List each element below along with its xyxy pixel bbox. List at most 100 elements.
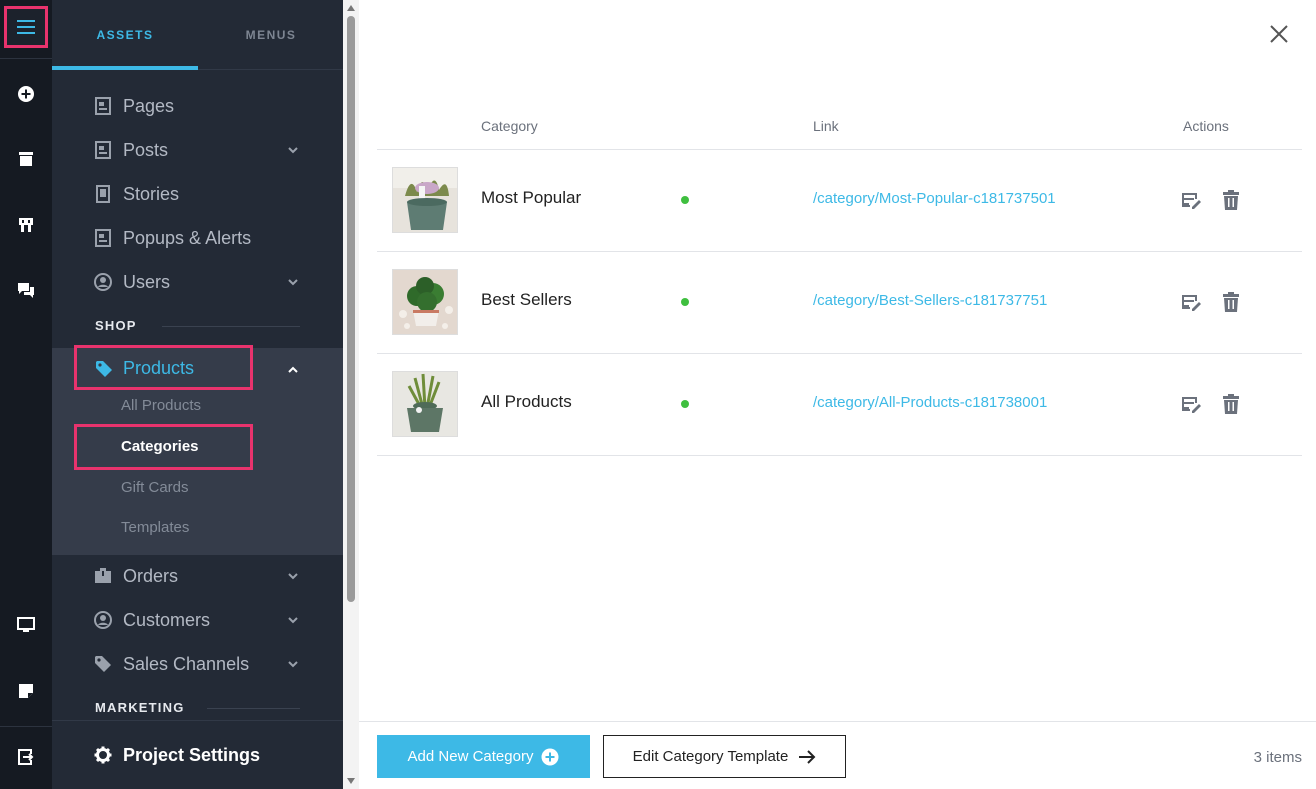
status-indicator xyxy=(681,400,689,408)
page-icon xyxy=(95,229,111,247)
store-icon xyxy=(19,218,33,232)
tab-menus-label: MENUS xyxy=(245,28,297,42)
category-name[interactable]: Best Sellers xyxy=(481,290,572,310)
chevron-down-icon[interactable] xyxy=(286,569,300,583)
category-thumbnail[interactable] xyxy=(392,269,458,335)
category-link[interactable]: /category/All-Products-c181738001 xyxy=(813,394,1047,411)
sidebar-item-label: Users xyxy=(123,271,171,292)
sidebar-item-stories[interactable]: Stories xyxy=(52,172,343,216)
items-count: 3 items xyxy=(1253,749,1302,766)
category-thumbnail[interactable] xyxy=(392,167,458,233)
page-icon xyxy=(95,97,111,115)
project-settings-label: Project Settings xyxy=(123,745,261,765)
page-icon xyxy=(95,141,111,159)
sidebar-item-sales-channels[interactable]: Sales Channels xyxy=(52,642,343,686)
sidebar-item-label: Customers xyxy=(123,609,211,630)
sidebar: ASSETS MENUS Pages Posts Stories Popups … xyxy=(52,0,343,789)
comments-button[interactable] xyxy=(0,268,52,312)
hamburger-icon xyxy=(17,20,35,34)
tab-assets[interactable]: ASSETS xyxy=(52,0,198,70)
section-label-shop: SHOP xyxy=(95,318,137,333)
rail-divider xyxy=(0,726,52,727)
trash-icon[interactable] xyxy=(1222,190,1240,210)
submenu-item-categories[interactable]: Categories xyxy=(74,424,253,470)
submenu-item-all-products[interactable]: All Products xyxy=(121,397,201,414)
add-circle-icon xyxy=(18,86,34,102)
exit-icon xyxy=(18,749,34,765)
category-link[interactable]: /category/Most-Popular-c181737501 xyxy=(813,190,1056,207)
scroll-thumb[interactable] xyxy=(347,16,355,602)
chevron-up-icon[interactable] xyxy=(286,363,300,377)
sidebar-item-customers[interactable]: Customers xyxy=(52,598,343,642)
panel-footer: Add New Category Edit Category Template … xyxy=(359,721,1316,789)
tab-assets-label: ASSETS xyxy=(96,28,154,42)
sidebar-item-label: Stories xyxy=(123,183,180,204)
plant-image xyxy=(393,270,457,334)
menu-toggle-button[interactable] xyxy=(4,6,48,48)
edit-category-template-button[interactable]: Edit Category Template xyxy=(603,735,846,778)
sidebar-item-label: Pages xyxy=(123,95,175,116)
category-name[interactable]: All Products xyxy=(481,392,572,412)
table-row: Most Popular /category/Most-Popular-c181… xyxy=(377,150,1302,252)
category-link[interactable]: /category/Best-Sellers-c181737751 xyxy=(813,292,1047,309)
page-icon xyxy=(96,185,110,203)
edit-icon[interactable] xyxy=(1181,394,1201,414)
plant-image xyxy=(393,168,457,232)
close-icon[interactable] xyxy=(1267,22,1291,46)
store-button[interactable] xyxy=(0,203,52,247)
sidebar-item-orders[interactable]: Orders xyxy=(52,554,343,598)
chevron-down-icon[interactable] xyxy=(286,275,300,289)
table-divider xyxy=(377,455,1302,456)
table-row: Best Sellers /category/Best-Sellers-c181… xyxy=(377,252,1302,354)
note-icon xyxy=(19,684,33,698)
nav-tabs: ASSETS MENUS xyxy=(52,0,343,70)
tab-menus[interactable]: MENUS xyxy=(198,0,343,70)
sidebar-item-label: Products xyxy=(123,358,195,378)
arrow-right-icon xyxy=(799,749,816,764)
exit-button[interactable] xyxy=(0,735,52,779)
edit-icon[interactable] xyxy=(1181,292,1201,312)
edit-icon[interactable] xyxy=(1181,190,1201,210)
chevron-down-icon[interactable] xyxy=(286,613,300,627)
sidebar-item-users[interactable]: Users xyxy=(52,260,343,304)
trash-icon[interactable] xyxy=(1222,292,1240,312)
sidebar-item-label: Posts xyxy=(123,139,169,160)
category-name[interactable]: Most Popular xyxy=(481,188,581,208)
user-icon xyxy=(94,611,112,629)
category-thumbnail[interactable] xyxy=(392,371,458,437)
categories-panel: Category Link Actions Most Popular /cate… xyxy=(359,0,1316,789)
sidebar-item-products[interactable]: Products xyxy=(74,345,253,390)
sidebar-item-label: Orders xyxy=(123,565,179,586)
column-header-category: Category xyxy=(481,118,538,134)
user-icon xyxy=(94,273,112,291)
add-new-category-button[interactable]: Add New Category xyxy=(377,735,590,778)
sidebar-item-popups[interactable]: Popups & Alerts xyxy=(52,216,343,260)
gear-icon xyxy=(94,746,112,764)
trash-icon[interactable] xyxy=(1222,394,1240,414)
edit-category-template-label: Edit Category Template xyxy=(632,748,789,765)
status-indicator xyxy=(681,196,689,204)
sidebar-scrollbar[interactable] xyxy=(343,0,359,789)
chevron-down-icon[interactable] xyxy=(286,657,300,671)
submenu-item-gift-cards[interactable]: Gift Cards xyxy=(121,479,189,496)
archive-icon xyxy=(19,152,33,166)
column-header-link: Link xyxy=(813,118,839,134)
preview-button[interactable] xyxy=(0,603,52,647)
assets-button[interactable] xyxy=(0,137,52,181)
rail-divider xyxy=(0,58,52,59)
sidebar-item-pages[interactable]: Pages xyxy=(52,84,343,128)
section-divider xyxy=(207,708,300,709)
add-new-category-label: Add New Category xyxy=(407,748,534,765)
project-settings-button[interactable]: Project Settings xyxy=(52,720,343,789)
scroll-down-icon[interactable] xyxy=(346,777,356,785)
status-indicator xyxy=(681,298,689,306)
add-element-button[interactable] xyxy=(0,72,52,116)
column-header-actions: Actions xyxy=(1183,118,1229,134)
chevron-down-icon[interactable] xyxy=(286,143,300,157)
notes-button[interactable] xyxy=(0,669,52,713)
sidebar-item-posts[interactable]: Posts xyxy=(52,128,343,172)
submenu-item-templates[interactable]: Templates xyxy=(121,519,189,536)
monitor-icon xyxy=(17,617,35,632)
scroll-up-icon[interactable] xyxy=(346,4,356,12)
sidebar-item-label: Sales Channels xyxy=(123,653,250,674)
